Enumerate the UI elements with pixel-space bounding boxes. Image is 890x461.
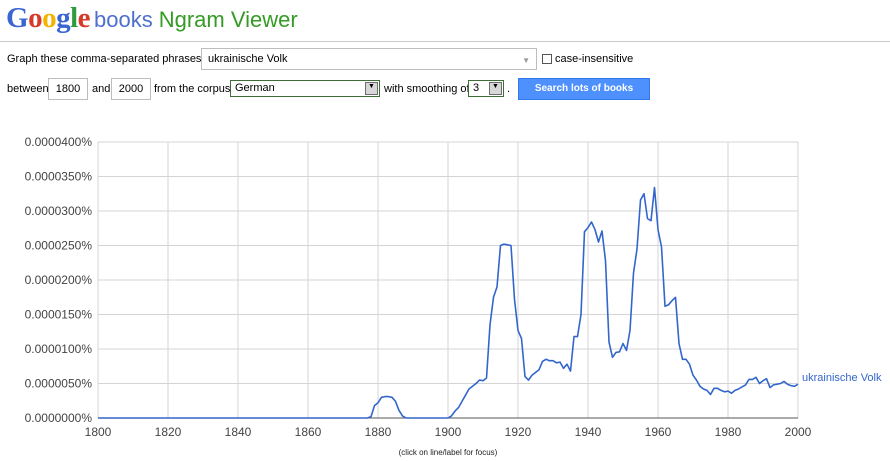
- y-tick-label: 0.0000300%: [25, 204, 93, 218]
- x-tick-label: 1860: [295, 425, 322, 439]
- corpus-selected-value: German: [235, 82, 275, 94]
- phrases-label: Graph these comma-separated phrases:: [7, 53, 205, 65]
- chart-grid: [97, 141, 799, 419]
- x-tick-label: 1800: [85, 425, 112, 439]
- y-tick-label: 0.0000400%: [25, 135, 93, 149]
- corpus-label: from the corpus: [154, 83, 231, 95]
- books-wordmark: books: [94, 7, 153, 32]
- smoothing-selected-value: 3: [473, 82, 480, 94]
- corpus-select[interactable]: German ▼: [230, 80, 380, 97]
- logo-letter: g: [56, 2, 71, 34]
- logo-letter: o: [28, 2, 43, 34]
- series-label[interactable]: ukrainische Volk: [802, 372, 882, 384]
- case-insensitive-checkbox[interactable]: [542, 54, 552, 64]
- y-tick-label: 0.0000200%: [25, 273, 93, 287]
- logo-letter: l: [70, 2, 78, 34]
- search-button[interactable]: Search lots of books: [518, 78, 650, 100]
- y-axis-labels: 0.0000000% 0.0000050% 0.0000100% 0.0000150%…: [25, 135, 93, 425]
- y-tick-label: 0.0000050%: [25, 377, 93, 391]
- year-end-input[interactable]: [112, 80, 150, 98]
- x-tick-label: 1880: [365, 425, 392, 439]
- ngram-chart[interactable]: 0.0000000% 0.0000050% 0.0000100% 0.0000150%…: [0, 130, 890, 461]
- smoothing-label: with smoothing of: [384, 83, 470, 95]
- logo-letter: e: [77, 2, 91, 34]
- phrases-field[interactable]: ▼: [201, 48, 537, 70]
- google-wordmark: Google: [6, 2, 91, 34]
- header-divider: [0, 41, 890, 42]
- logo-letter: o: [42, 2, 57, 34]
- and-label: and: [92, 83, 111, 95]
- logo-letter: G: [6, 2, 29, 34]
- between-label: between: [7, 83, 49, 95]
- x-tick-label: 1940: [575, 425, 602, 439]
- smoothing-select[interactable]: 3 ▼: [468, 80, 504, 97]
- y-tick-label: 0.0000100%: [25, 342, 93, 356]
- x-tick-label: 1900: [435, 425, 462, 439]
- x-tick-label: 1840: [225, 425, 252, 439]
- google-books-logo[interactable]: Google books Ngram Viewer: [6, 2, 298, 34]
- y-tick-label: 0.0000150%: [25, 308, 93, 322]
- x-tick-label: 1980: [715, 425, 742, 439]
- x-axis-labels: 1800 1820 1840 1860 1880 1900 1920 1940 1960 1980…: [85, 425, 812, 439]
- dropdown-arrow-icon[interactable]: ▼: [522, 56, 530, 65]
- y-tick-label: 0.0000350%: [25, 170, 93, 184]
- year-start-field[interactable]: [48, 78, 88, 100]
- y-tick-label: 0.0000000%: [25, 411, 93, 425]
- corpus-dropdown-arrow-icon[interactable]: ▼: [365, 82, 378, 95]
- smoothing-dropdown-arrow-icon[interactable]: ▼: [489, 82, 502, 95]
- period-text: .: [507, 83, 511, 95]
- x-tick-label: 1920: [505, 425, 532, 439]
- case-insensitive-label: case-insensitive: [555, 53, 634, 65]
- page-title: Ngram Viewer: [158, 7, 298, 32]
- x-tick-label: 1960: [645, 425, 672, 439]
- x-tick-label: 1820: [155, 425, 182, 439]
- focus-hint: (click on line/label for focus): [399, 448, 498, 457]
- phrases-input[interactable]: [208, 50, 508, 68]
- y-tick-label: 0.0000250%: [25, 239, 93, 253]
- year-end-field[interactable]: [111, 78, 151, 100]
- year-start-input[interactable]: [49, 80, 87, 98]
- x-tick-label: 2000: [785, 425, 812, 439]
